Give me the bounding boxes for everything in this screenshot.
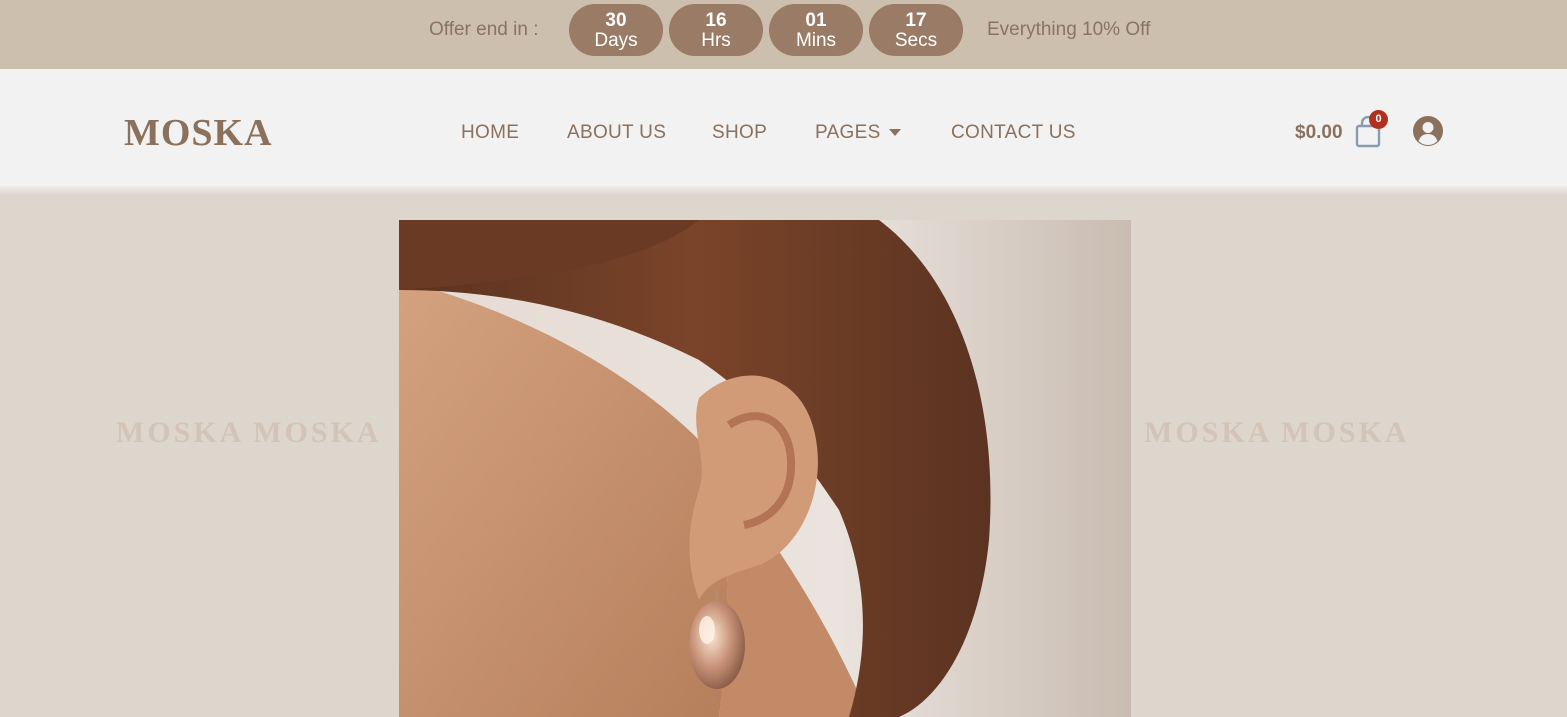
hero-earring-image <box>399 220 1131 717</box>
user-circle-icon[interactable] <box>1412 115 1444 147</box>
nav-home[interactable]: HOME <box>461 122 519 144</box>
cart-count-badge: 0 <box>1369 110 1388 129</box>
countdown-seconds: 17 Secs <box>869 4 963 56</box>
hero-watermark-right: MOSKA MOSKA <box>1144 416 1410 449</box>
countdown-seconds-unit: Secs <box>894 30 938 51</box>
cart-total[interactable]: $0.00 <box>1295 122 1343 144</box>
countdown-hours-unit: Hrs <box>701 30 731 51</box>
offer-label: Offer end in : <box>429 19 539 40</box>
countdown-seconds-value: 17 <box>905 10 927 31</box>
countdown-days-value: 30 <box>605 10 627 31</box>
offer-text: Everything 10% Off <box>987 19 1151 40</box>
countdown-hours: 16 Hrs <box>669 4 763 56</box>
countdown-minutes: 01 Mins <box>769 4 863 56</box>
nav-contact-us[interactable]: CONTACT US <box>951 122 1076 144</box>
countdown-minutes-value: 01 <box>805 10 827 31</box>
header-divider <box>0 186 1567 195</box>
nav-shop[interactable]: SHOP <box>712 122 767 144</box>
nav-about-us[interactable]: ABOUT US <box>567 122 666 144</box>
nav-pages[interactable]: PAGES <box>815 122 881 144</box>
countdown-days: 30 Days <box>569 4 663 56</box>
countdown-hours-value: 16 <box>705 10 727 31</box>
countdown-days-unit: Days <box>594 30 638 51</box>
hero-watermark-left: MOSKA MOSKA <box>116 416 382 449</box>
site-logo[interactable]: MOSKA <box>124 113 273 153</box>
caret-down-icon[interactable] <box>889 129 901 136</box>
countdown-minutes-unit: Mins <box>795 30 837 51</box>
